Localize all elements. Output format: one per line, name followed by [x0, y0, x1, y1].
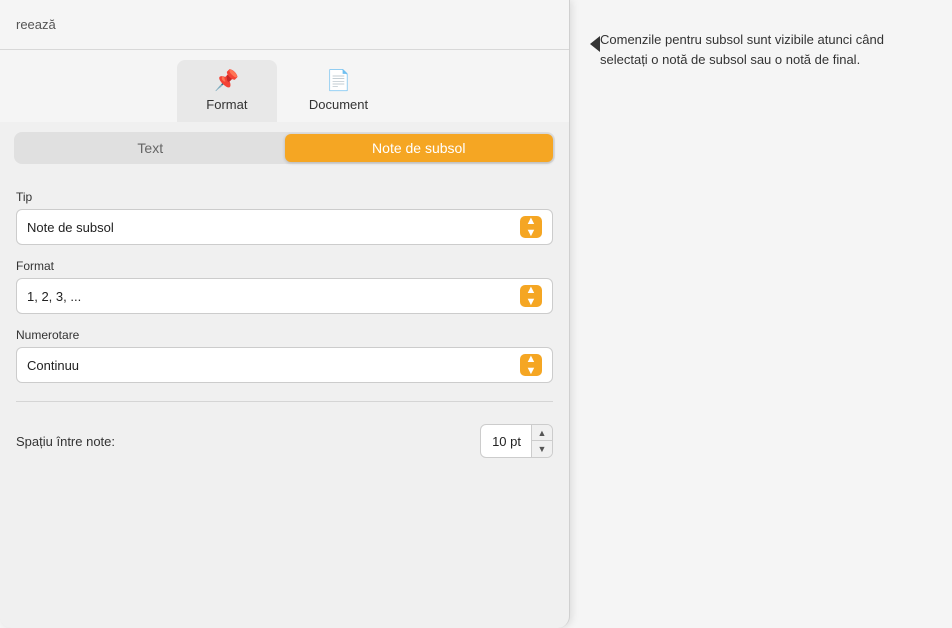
segment-control: Text Note de subsol: [14, 132, 555, 164]
spacing-row: Spațiu între note: 10 pt ▲ ▼: [16, 424, 553, 458]
inspector-panel: reează 📌 Format 📄 Document Text Note de …: [0, 0, 570, 628]
callout-box: Comenzile pentru subsol sunt vizibile at…: [590, 30, 890, 69]
format-value: 1, 2, 3, ...: [27, 289, 81, 304]
tip-label: Tip: [16, 190, 553, 204]
tab-bar: 📌 Format 📄 Document: [0, 50, 569, 122]
numerotare-field-group: Numerotare Continuu ▲ ▼: [16, 328, 553, 383]
spacing-stepper[interactable]: 10 pt ▲ ▼: [480, 424, 553, 458]
tip-select[interactable]: Note de subsol ▲ ▼: [16, 209, 553, 245]
callout-arrow-icon: [590, 36, 600, 52]
tip-field-group: Tip Note de subsol ▲ ▼: [16, 190, 553, 245]
numerotare-arrow-icon: ▲ ▼: [520, 354, 542, 376]
stepper-down-button[interactable]: ▼: [532, 441, 552, 457]
numerotare-select[interactable]: Continuu ▲ ▼: [16, 347, 553, 383]
tip-arrow-icon: ▲ ▼: [520, 216, 542, 238]
document-icon: 📄: [326, 68, 351, 93]
tab-document-label: Document: [309, 97, 368, 112]
numerotare-label: Numerotare: [16, 328, 553, 342]
segment-text[interactable]: Text: [16, 134, 285, 162]
format-select[interactable]: 1, 2, 3, ... ▲ ▼: [16, 278, 553, 314]
tab-format-label: Format: [206, 97, 247, 112]
format-icon: 📌: [214, 68, 239, 93]
content-area: Tip Note de subsol ▲ ▼ Format 1, 2, 3, .…: [0, 174, 569, 474]
numerotare-value: Continuu: [27, 358, 79, 373]
format-field-group: Format 1, 2, 3, ... ▲ ▼: [16, 259, 553, 314]
tab-format[interactable]: 📌 Format: [177, 60, 277, 122]
callout-text: Comenzile pentru subsol sunt vizibile at…: [600, 30, 890, 69]
spacing-value: 10 pt: [481, 429, 531, 454]
format-arrow-icon: ▲ ▼: [520, 285, 542, 307]
spacing-label: Spațiu între note:: [16, 434, 115, 449]
tip-value: Note de subsol: [27, 220, 114, 235]
top-bar: reează: [0, 0, 569, 50]
format-label: Format: [16, 259, 553, 273]
segment-note-subsol[interactable]: Note de subsol: [285, 134, 554, 162]
divider: [16, 401, 553, 402]
stepper-up-button[interactable]: ▲: [532, 425, 552, 441]
tab-document[interactable]: 📄 Document: [285, 60, 392, 122]
callout-area: Comenzile pentru subsol sunt vizibile at…: [570, 0, 952, 628]
partial-title: reează: [16, 17, 56, 32]
stepper-buttons: ▲ ▼: [531, 425, 552, 457]
